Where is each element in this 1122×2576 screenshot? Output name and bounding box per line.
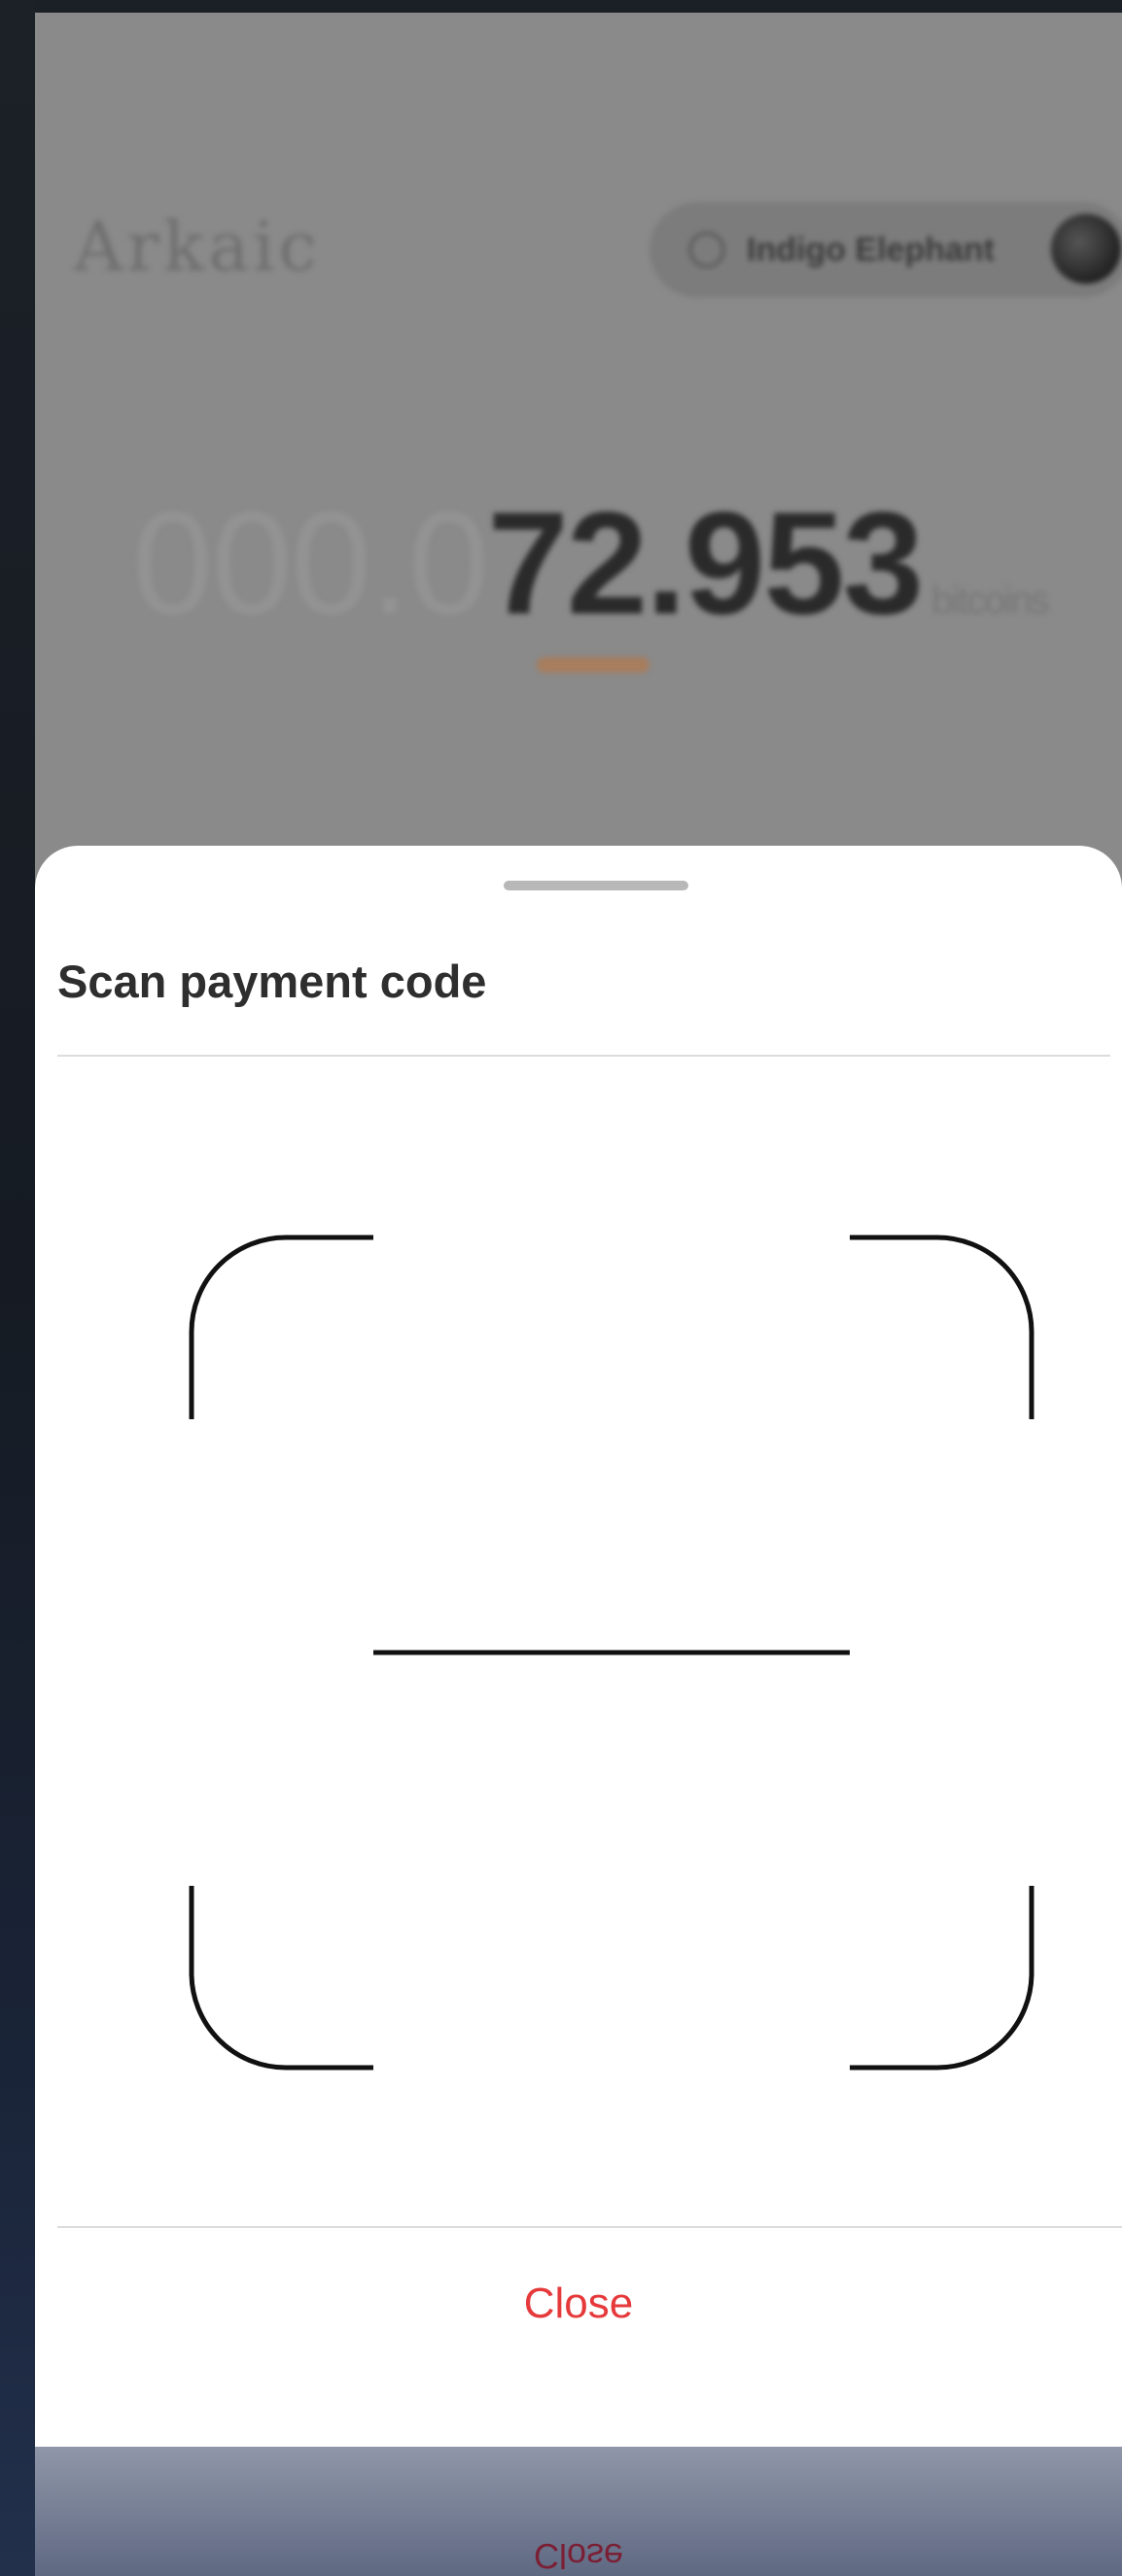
balance-value: 72.953 xyxy=(487,481,924,644)
scan-corner-bottom-left xyxy=(189,1886,373,2071)
drag-handle[interactable] xyxy=(504,881,688,890)
search-icon xyxy=(688,231,725,268)
left-bezel xyxy=(0,0,35,2576)
scan-corner-top-left xyxy=(189,1235,373,1419)
user-name: Indigo Elephant xyxy=(747,231,995,268)
user-pill[interactable]: Indigo Elephant xyxy=(649,202,1122,297)
divider xyxy=(57,2226,1122,2228)
balance-leading-zeros: 000.0 xyxy=(132,481,489,644)
mirrored-close-label: Close xyxy=(533,2536,624,2576)
scan-bottom-sheet: Scan payment code Close xyxy=(35,846,1122,2447)
top-bezel xyxy=(0,0,1122,13)
avatar xyxy=(1051,214,1121,284)
sheet-title: Scan payment code xyxy=(57,956,487,1007)
balance-unit: bitcoins xyxy=(931,579,1050,622)
scan-corner-bottom-right xyxy=(850,1886,1034,2071)
qr-scan-frame-icon xyxy=(189,1235,1034,2071)
balance-display: 000.072.953 bitcoins xyxy=(132,479,1050,647)
balance-underline xyxy=(537,657,649,673)
close-button[interactable]: Close xyxy=(35,2236,1122,2372)
scan-corner-top-right xyxy=(850,1235,1034,1419)
divider xyxy=(57,1055,1110,1057)
app-logo: Arkaic xyxy=(74,207,321,287)
